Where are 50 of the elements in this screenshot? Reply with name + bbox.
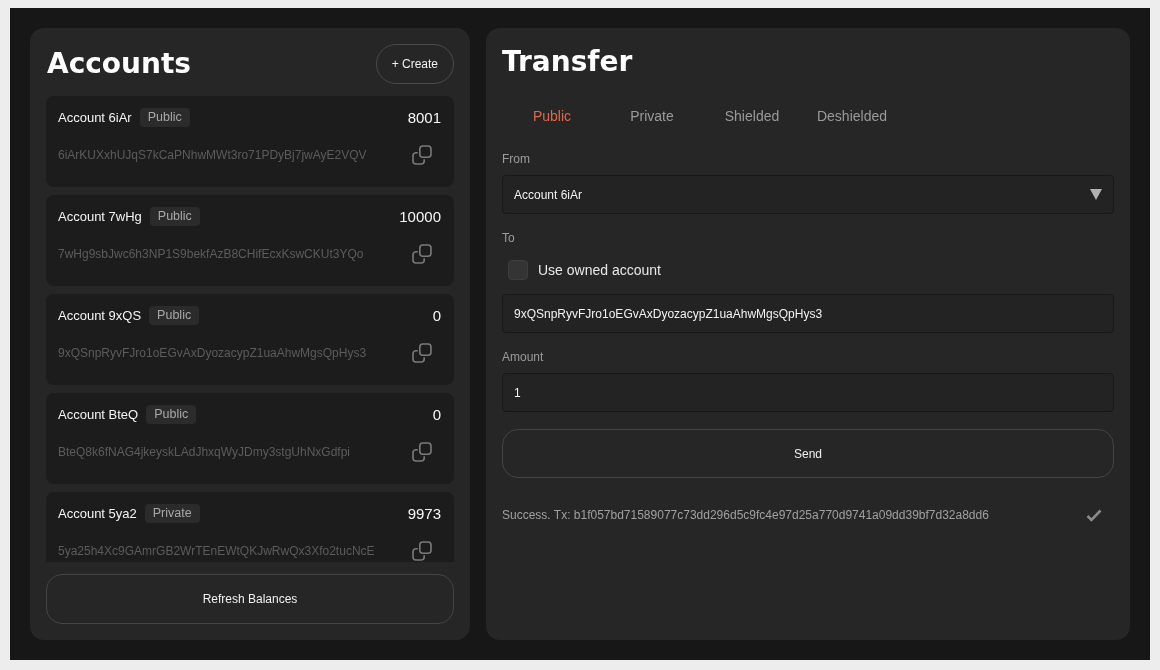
tab[interactable]: Shielded — [702, 96, 802, 136]
visibility-badge: Public — [139, 107, 190, 127]
account-name: Account 9xQS — [58, 307, 142, 323]
amount-input[interactable]: 1 — [502, 373, 1114, 412]
address-text: 5ya25h4Xc9GAmrGB2WrTEnEWtQKJwRwQx3Xfo2tucNcE — [58, 544, 375, 558]
balance-text: 8001 — [407, 108, 441, 126]
copy-icon[interactable] — [412, 244, 432, 264]
field-label: From — [502, 151, 530, 167]
field-label: To — [502, 230, 515, 246]
account-name: Account 6iAr — [58, 109, 132, 125]
account-name: Account BteQ — [58, 406, 139, 422]
address-text: 9xQSnpRyvFJro1oEGvAxDyozacypZ1uaAhwMgsQpHys3 — [58, 346, 367, 360]
caret-icon — [1090, 189, 1102, 200]
tab[interactable]: Private — [602, 96, 702, 136]
account-card[interactable]: Account 7wHg Public 10000 7wHg9sbJwc6h3NP1S9bekfAzB8CHifEcxKswCKUt3YQo — [46, 195, 454, 286]
create-button[interactable]: + Create — [375, 44, 454, 84]
checkbox[interactable] — [508, 260, 528, 280]
account-dropdown[interactable]: Account 6iAr — [502, 175, 1114, 214]
account-card[interactable]: Account BteQ Public 0 BteQ8k6fNAG4jkeyskLAdJhxqWyJDmy3stgUhNxGdfpi — [46, 393, 454, 484]
address-text: 7wHg9sbJwc6h3NP1S9bekfAzB8CHifEcxKswCKUt3YQo — [58, 247, 364, 261]
visibility-badge: Public — [149, 206, 200, 226]
account-name: Account 7wHg — [58, 208, 142, 224]
visibility-badge: Private — [144, 503, 200, 523]
visibility-badge: Public — [146, 404, 197, 424]
panel-title: Transfer — [502, 44, 633, 80]
copy-icon[interactable] — [412, 442, 432, 462]
address-text: 6iArKUXxhUJqS7kCaPNhwMWt3ro71PDyBj7jwAyE2VQV — [58, 148, 367, 162]
tab[interactable]: Deshielded — [802, 96, 902, 136]
recipient-input[interactable]: 9xQSnpRyvFJro1oEGvAxDyozacypZ1uaAhwMgsQpHys3 — [502, 294, 1114, 333]
copy-icon[interactable] — [412, 541, 432, 561]
balance-text: 9973 — [407, 504, 441, 522]
balance-text: 10000 — [399, 207, 441, 225]
address-text: BteQ8k6fNAG4jkeyskLAdJhxqWyJDmy3stgUhNxGdfpi — [58, 445, 350, 459]
field-label: Amount — [502, 349, 544, 365]
send-button[interactable]: Send — [502, 429, 1114, 478]
panel-title: Accounts — [47, 46, 192, 82]
balance-text: 0 — [432, 405, 441, 423]
account-card[interactable]: Account 6iAr Public 8001 6iArKUXxhUJqS7kCaPNhwMWt3ro71PDyBj7jwAyE2VQV — [46, 96, 454, 187]
copy-icon[interactable] — [412, 343, 432, 363]
status-text: Success. Tx: b1f057bd71589077c73dd296d5c9fc4e97d25a770d9741a09dd39bf7d32a8dd6 — [502, 508, 989, 522]
visibility-badge: Public — [149, 305, 200, 325]
refresh-button[interactable]: Refresh Balances — [46, 574, 454, 624]
account-card[interactable]: Account 9xQS Public 0 9xQSnpRyvFJro1oEGvAxDyozacypZ1uaAhwMgsQpHys3 — [46, 294, 454, 385]
check-icon — [1086, 508, 1102, 522]
balance-text: 0 — [432, 306, 441, 324]
copy-icon[interactable] — [412, 145, 432, 165]
checkbox-label: Use owned account — [538, 262, 661, 278]
account-card[interactable]: Account 5ya2 Private 9973 5ya25h4Xc9GAmrGB2WrTEnEWtQKJwRwQx3Xfo2tucNcE — [46, 492, 454, 562]
tab[interactable]: Public — [502, 96, 602, 136]
account-name: Account 5ya2 — [58, 505, 137, 521]
